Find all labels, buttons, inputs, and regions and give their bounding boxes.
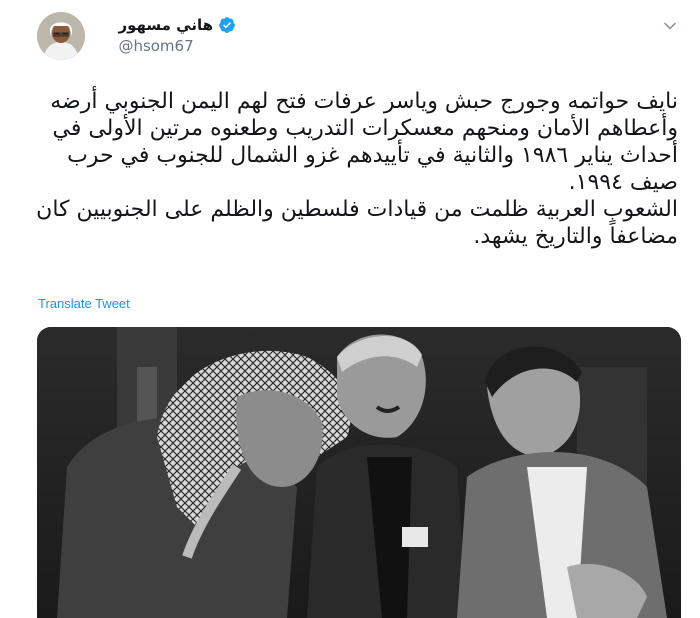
author-display-name[interactable]: هاني مسهور xyxy=(118,16,213,34)
chevron-down-icon[interactable] xyxy=(662,18,678,34)
tweet-text: نايف حواتمه وجورج حبش وياسر عرفات فتح له… xyxy=(36,88,678,250)
tweet-paragraph: الشعوب العربية ظلمت من قيادات فلسطين وال… xyxy=(36,197,678,249)
photo-illustration xyxy=(37,327,681,618)
translate-tweet-link[interactable]: Translate Tweet xyxy=(38,296,130,311)
author-avatar[interactable] xyxy=(37,12,85,60)
author-handle[interactable]: @hsom67 xyxy=(118,37,236,55)
verified-badge-icon xyxy=(219,17,235,33)
tweet-paragraph: نايف حواتمه وجورج حبش وياسر عرفات فتح له… xyxy=(50,89,678,195)
author-info[interactable]: هاني مسهور @hsom67 xyxy=(118,16,236,55)
tweet-photo[interactable] xyxy=(37,327,681,618)
tweet-card: هاني مسهور @hsom67 نايف حواتمه وجورج حبش… xyxy=(0,0,700,618)
